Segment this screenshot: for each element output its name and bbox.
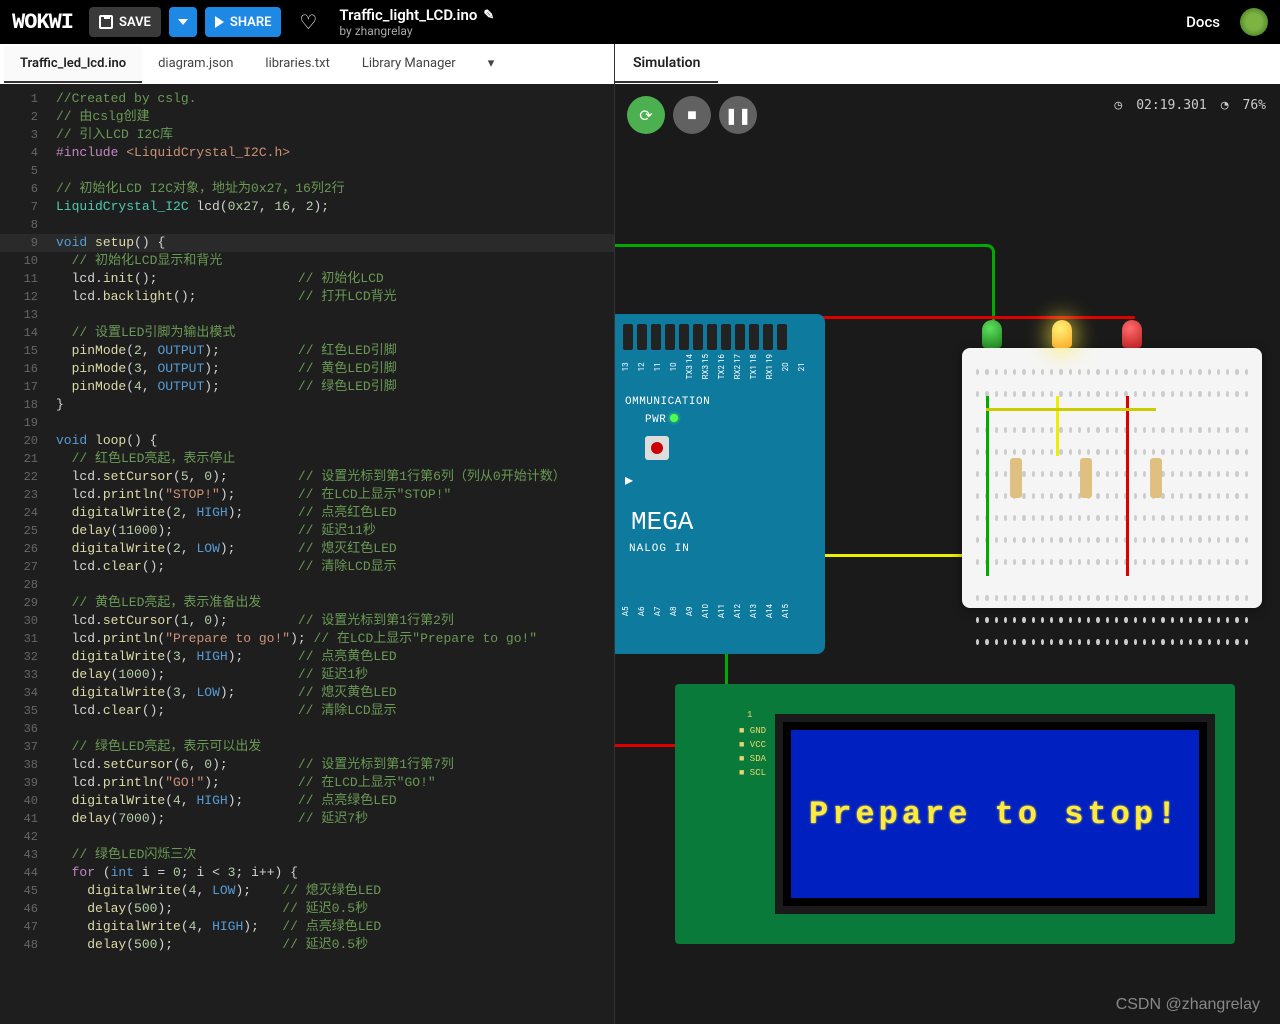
bb-wire-green xyxy=(986,396,989,576)
stopwatch-icon: ◷ xyxy=(1114,98,1122,113)
reset-button[interactable] xyxy=(645,436,669,460)
sim-stats: ◷ 02:19.301 ◔ 76% xyxy=(1114,98,1266,113)
bb-wire-yellow-h xyxy=(986,408,1156,411)
simulation-pane: Simulation ⟳ ■ ❚❚ ◷ 02:19.301 ◔ 76% 131211… xyxy=(614,44,1280,1024)
led-red xyxy=(1122,320,1142,348)
pause-button[interactable]: ❚❚ xyxy=(719,96,757,134)
docs-link[interactable]: Docs xyxy=(1186,13,1220,31)
lcd-pin-labels: ■ GND■ VCC■ SDA■ SCL xyxy=(739,724,766,780)
board-analog-label: NALOG IN xyxy=(629,543,815,555)
code-editor[interactable]: 1//Created by cslg.2// 由cslg创建3// 引入LCD … xyxy=(0,84,614,1024)
board-comm-label: OMMUNICATION xyxy=(625,396,815,408)
simulation-canvas[interactable]: ⟳ ■ ❚❚ ◷ 02:19.301 ◔ 76% 13121110TX3 14RX3… xyxy=(615,84,1280,1024)
editor-tabs: Traffic_led_lcd.ino diagram.json librari… xyxy=(0,44,614,84)
lcd-module[interactable]: 1 ■ GND■ VCC■ SDA■ SCL Prepare to stop! xyxy=(675,684,1235,944)
tab-library-manager[interactable]: Library Manager xyxy=(346,46,472,83)
like-icon[interactable]: ♡ xyxy=(299,10,317,34)
sim-tabs: Simulation xyxy=(615,44,1280,84)
editor-pane: Traffic_led_lcd.ino diagram.json librari… xyxy=(0,44,614,1024)
bb-wire-red xyxy=(1126,396,1129,576)
dropdown-button[interactable] xyxy=(169,7,197,37)
power-led-icon xyxy=(670,414,678,422)
share-button[interactable]: SHARE xyxy=(205,7,282,37)
avatar[interactable] xyxy=(1240,8,1268,36)
tab-libraries[interactable]: libraries.txt xyxy=(249,46,345,83)
lcd-text: Prepare to stop! xyxy=(809,796,1180,833)
board-name: MEGA xyxy=(631,507,815,537)
project-title[interactable]: Traffic_light_LCD.ino xyxy=(339,6,477,24)
save-icon xyxy=(99,15,113,29)
save-button[interactable]: SAVE xyxy=(89,7,161,37)
resistor-3 xyxy=(1150,458,1162,498)
sim-perf: 76% xyxy=(1243,98,1266,113)
project-author[interactable]: by zhangrelay xyxy=(339,24,494,38)
chevron-down-icon xyxy=(178,19,188,25)
resistor-1 xyxy=(1010,458,1022,498)
tab-menu[interactable]: ▾ xyxy=(472,46,511,83)
sim-controls: ⟳ ■ ❚❚ xyxy=(627,96,757,134)
tab-diagram[interactable]: diagram.json xyxy=(142,46,249,83)
led-green xyxy=(982,320,1002,348)
arduino-board[interactable]: 13121110TX3 14RX3 15TX2 16RX2 17TX1 18RX… xyxy=(615,314,825,654)
bb-wire-yellow xyxy=(1056,396,1059,456)
lcd-screen: Prepare to stop! xyxy=(775,714,1215,914)
breadboard[interactable] xyxy=(962,348,1262,608)
top-bar: WOKWI SAVE SHARE ♡ Traffic_light_LCD.ino… xyxy=(0,0,1280,44)
share-icon xyxy=(215,16,224,28)
sim-time: 02:19.301 xyxy=(1136,98,1206,113)
tab-traffic[interactable]: Traffic_led_lcd.ino xyxy=(4,46,142,83)
tab-simulation[interactable]: Simulation xyxy=(615,45,718,83)
resistor-2 xyxy=(1080,458,1092,498)
led-yellow xyxy=(1052,320,1072,348)
board-pwr-label: PWR xyxy=(645,414,666,426)
stop-button[interactable]: ■ xyxy=(673,96,711,134)
edit-icon[interactable]: ✎ xyxy=(483,8,494,23)
logo[interactable]: WOKWI xyxy=(12,10,73,35)
lcd-pin-num: 1 xyxy=(747,710,752,720)
main-area: Traffic_led_lcd.ino diagram.json librari… xyxy=(0,44,1280,1024)
watermark: CSDN @zhangrelay xyxy=(1116,996,1260,1014)
project-title-block: Traffic_light_LCD.ino ✎ by zhangrelay xyxy=(339,6,494,38)
speed-icon: ◔ xyxy=(1221,98,1229,113)
restart-button[interactable]: ⟳ xyxy=(627,96,665,134)
